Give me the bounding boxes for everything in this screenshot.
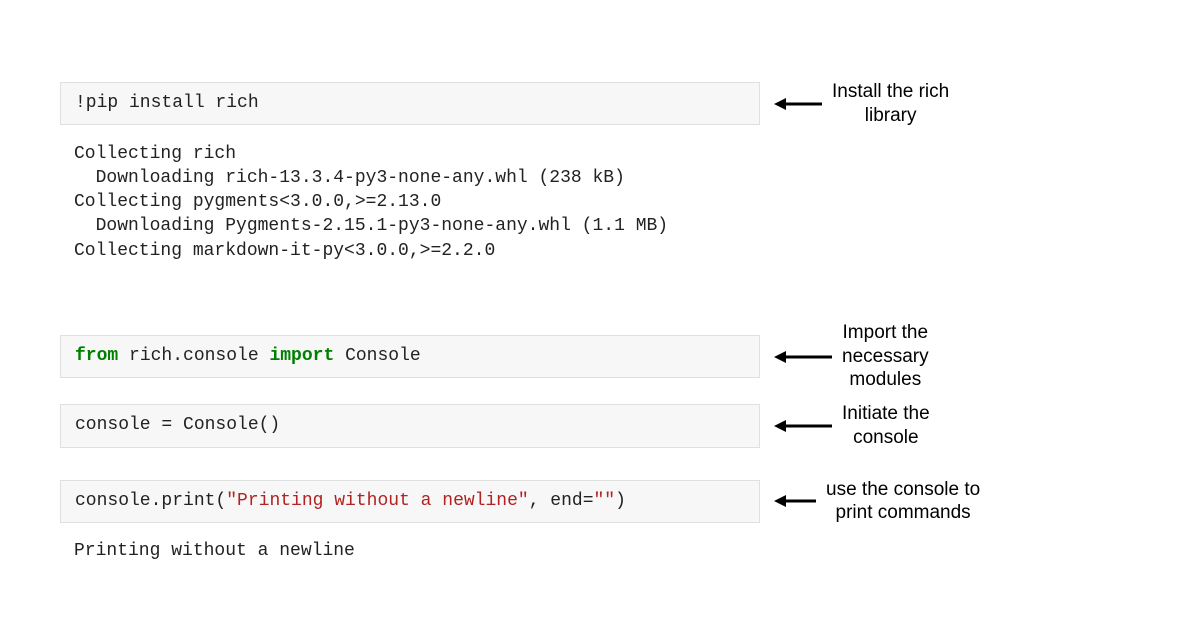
- output-print: Printing without a newline: [60, 535, 1160, 563]
- annotation-init: Initiate the console: [842, 402, 930, 450]
- annotation-install: Install the rich library: [832, 80, 949, 128]
- keyword-import: import: [269, 346, 334, 366]
- cell-row-init: console = Console() Initiate the console: [60, 402, 1160, 450]
- arrow-left-icon: [774, 95, 824, 113]
- code-cell-install: !pip install rich: [60, 82, 760, 125]
- string-literal: "Printing without a newline": [226, 491, 528, 511]
- code-cell-import: from rich.console import Console: [60, 335, 760, 378]
- cell-row-import: from rich.console import Console Import …: [60, 321, 1160, 392]
- arrow-left-icon: [774, 417, 834, 435]
- code-cell-init: console = Console(): [60, 404, 760, 447]
- annotation-print: use the console to print commands: [826, 478, 980, 526]
- call-prefix: console.print(: [75, 491, 226, 511]
- keyword-from: from: [75, 346, 118, 366]
- code-cell-print: console.print("Printing without a newlin…: [60, 480, 760, 523]
- call-mid: , end=: [529, 491, 594, 511]
- cell-row-install: !pip install rich Install the rich libra…: [60, 80, 1160, 128]
- string-literal-empty: "": [594, 491, 616, 511]
- annotation-import: Import the necessary modules: [842, 321, 929, 392]
- call-suffix: ): [615, 491, 626, 511]
- cell-row-print: console.print("Printing without a newlin…: [60, 478, 1160, 526]
- output-install: Collecting rich Downloading rich-13.3.4-…: [60, 138, 1160, 263]
- arrow-left-icon: [774, 348, 834, 366]
- import-name: Console: [334, 346, 420, 366]
- arrow-left-icon: [774, 492, 818, 510]
- module-path: rich.console: [118, 346, 269, 366]
